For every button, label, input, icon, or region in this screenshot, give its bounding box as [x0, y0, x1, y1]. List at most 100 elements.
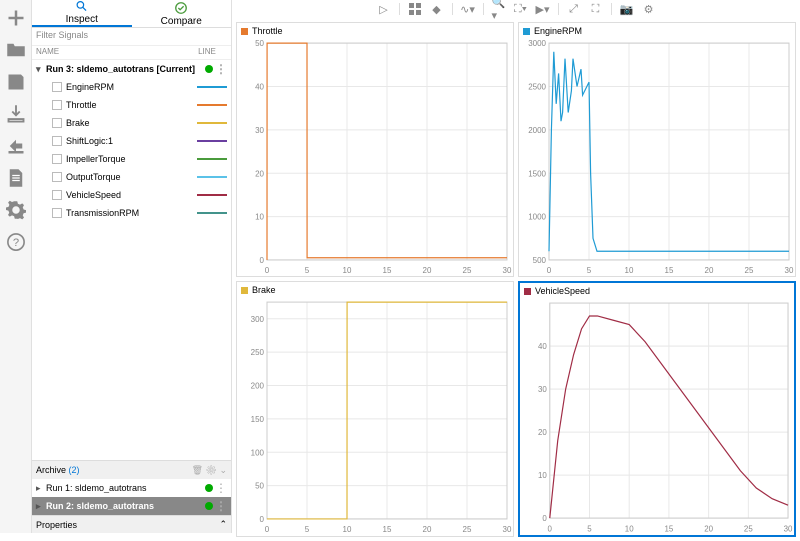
svg-text:50: 50: [255, 482, 264, 491]
layout-icon[interactable]: [408, 2, 422, 16]
signal-row[interactable]: VehicleSpeed: [32, 186, 231, 204]
archive-icons[interactable]: 🗑 ⚙ ⌄: [192, 465, 227, 476]
plot-body[interactable]: 05101520253050010001500200025003000: [519, 39, 795, 276]
legend-swatch: [524, 288, 531, 295]
checkbox[interactable]: [52, 154, 62, 164]
svg-text:25: 25: [744, 525, 753, 534]
svg-text:50: 50: [255, 39, 264, 48]
signal-icon[interactable]: ∿▾: [461, 2, 475, 16]
checkbox[interactable]: [52, 190, 62, 200]
line-swatch: [197, 212, 227, 214]
svg-text:3000: 3000: [528, 39, 546, 48]
signal-name: ShiftLogic:1: [66, 136, 197, 146]
legend-swatch: [523, 28, 530, 35]
tab-inspect[interactable]: Inspect: [32, 0, 132, 27]
plot-title-text: Throttle: [252, 26, 283, 36]
expand-icon[interactable]: ▸: [36, 501, 46, 512]
column-header: NAME LINE: [32, 46, 231, 60]
help-icon[interactable]: ?: [6, 232, 26, 252]
import-icon[interactable]: [6, 104, 26, 124]
folder-icon[interactable]: [6, 40, 26, 60]
plot-title: VehicleSpeed: [520, 283, 794, 299]
svg-text:20: 20: [538, 428, 547, 437]
svg-text:0: 0: [542, 514, 547, 523]
plot-title-text: Brake: [252, 285, 276, 295]
checkbox[interactable]: [52, 208, 62, 218]
signal-row[interactable]: ShiftLogic:1: [32, 132, 231, 150]
svg-text:0: 0: [265, 266, 270, 275]
fit-icon[interactable]: ⛶▾: [514, 2, 528, 16]
plot-title: Throttle: [237, 23, 513, 39]
archive-header[interactable]: Archive (2) 🗑 ⚙ ⌄: [32, 461, 231, 479]
filter-input[interactable]: Filter Signals: [32, 28, 231, 46]
gear-icon[interactable]: [6, 200, 26, 220]
left-toolbar: ?: [0, 0, 32, 533]
export-icon[interactable]: [6, 136, 26, 156]
signal-row[interactable]: ImpellerTorque: [32, 150, 231, 168]
save-icon[interactable]: [6, 72, 26, 92]
plot-brake[interactable]: Brake 051015202530050100150200250300: [236, 281, 514, 536]
document-icon[interactable]: [6, 168, 26, 188]
more-icon[interactable]: ⋮: [215, 485, 227, 491]
collapse-icon[interactable]: ▾: [36, 64, 46, 75]
add-icon[interactable]: [6, 8, 26, 28]
signal-row[interactable]: OutputTorque: [32, 168, 231, 186]
checkbox[interactable]: [52, 82, 62, 92]
run-label: Run 2: sldemo_autotrans: [46, 501, 205, 511]
svg-text:?: ?: [12, 237, 18, 249]
properties-label: Properties: [36, 520, 219, 530]
svg-text:30: 30: [785, 266, 794, 275]
clear-icon[interactable]: ◆: [430, 2, 444, 16]
plot-vehiclespeed[interactable]: VehicleSpeed 051015202530010203040: [518, 281, 796, 536]
signal-name: TransmissionRPM: [66, 208, 197, 218]
more-icon[interactable]: ⋮: [215, 503, 227, 509]
signal-row[interactable]: TransmissionRPM: [32, 204, 231, 222]
properties-panel[interactable]: Properties ⌃: [32, 515, 231, 533]
line-swatch: [197, 194, 227, 196]
svg-text:250: 250: [251, 348, 265, 357]
svg-text:0: 0: [265, 525, 270, 534]
checkbox[interactable]: [52, 118, 62, 128]
svg-text:25: 25: [745, 266, 754, 275]
expand-icon[interactable]: ▸: [36, 483, 46, 494]
signal-row[interactable]: EngineRPM: [32, 78, 231, 96]
checkbox[interactable]: [52, 100, 62, 110]
svg-text:20: 20: [423, 525, 432, 534]
svg-text:20: 20: [704, 525, 713, 534]
svg-text:500: 500: [533, 256, 547, 265]
plot-enginerpm[interactable]: EngineRPM 051015202530500100015002000250…: [518, 22, 796, 277]
archive-run-row[interactable]: ▸Run 2: sldemo_autotrans ⋮: [32, 497, 231, 515]
zoom-icon[interactable]: 🔍▾: [492, 2, 506, 16]
chevron-up-icon: ⌃: [219, 519, 227, 530]
svg-text:15: 15: [665, 525, 674, 534]
checkbox[interactable]: [52, 136, 62, 146]
legend-swatch: [241, 28, 248, 35]
svg-text:2000: 2000: [528, 126, 546, 135]
fullscreen-icon[interactable]: ⛶: [589, 2, 603, 16]
tabs: Inspect Compare: [32, 0, 231, 28]
legend-swatch: [241, 287, 248, 294]
more-icon[interactable]: ⋮: [215, 66, 227, 72]
signal-name: VehicleSpeed: [66, 190, 197, 200]
svg-text:10: 10: [255, 213, 264, 222]
plot-body[interactable]: 051015202530010203040: [520, 299, 794, 534]
archive-run-row[interactable]: ▸Run 1: sldemo_autotrans⋮: [32, 479, 231, 497]
camera-icon[interactable]: 📷: [620, 2, 634, 16]
archive-label: Archive: [36, 465, 66, 475]
plot-body[interactable]: 05101520253001020304050: [237, 39, 513, 276]
signal-row[interactable]: Brake: [32, 114, 231, 132]
plot-body[interactable]: 051015202530050100150200250300: [237, 298, 513, 535]
current-run-label: Run 3: sldemo_autotrans [Current]: [46, 64, 205, 74]
expand-icon[interactable]: ⤢: [567, 2, 581, 16]
play-icon[interactable]: ▷: [377, 2, 391, 16]
plot-throttle[interactable]: Throttle 05101520253001020304050: [236, 22, 514, 277]
line-swatch: [197, 176, 227, 178]
tab-compare[interactable]: Compare: [132, 0, 232, 27]
cursor-icon[interactable]: ▶▾: [536, 2, 550, 16]
checkbox[interactable]: [52, 172, 62, 182]
current-run-row[interactable]: ▾ Run 3: sldemo_autotrans [Current] ⋮: [32, 60, 231, 78]
status-dot: [205, 502, 213, 510]
settings-icon[interactable]: ⚙: [642, 2, 656, 16]
status-dot: [205, 484, 213, 492]
signal-row[interactable]: Throttle: [32, 96, 231, 114]
